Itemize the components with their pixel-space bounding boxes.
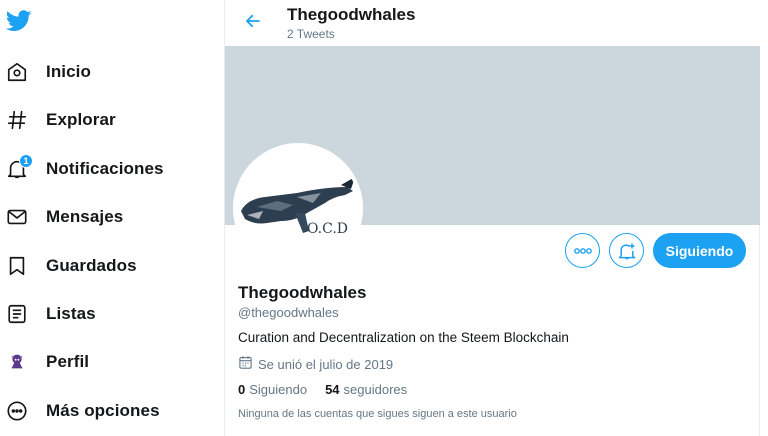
avatar-logo-text: O.C.D xyxy=(307,221,348,237)
twitter-logo-icon[interactable] xyxy=(5,10,32,32)
sidebar-item-label: Perfil xyxy=(46,352,90,371)
follow-stats: 0 Siguiendo 54 seguidores xyxy=(238,382,407,397)
sidebar-item-label: Listas xyxy=(46,304,96,323)
notify-bell-button[interactable] xyxy=(609,233,644,268)
list-icon xyxy=(4,301,30,327)
bookmark-icon xyxy=(4,253,30,279)
sidebar-item-label: Más opciones xyxy=(46,401,160,420)
sidebar-item-label: Mensajes xyxy=(46,207,124,226)
joined-date-text: Se unió el julio de 2019 xyxy=(258,356,394,372)
sidebar-item-label: Guardados xyxy=(46,256,137,275)
profile-column: Thegoodwhales 2 Tweets O.C.D Siguiendo T… xyxy=(224,0,760,436)
joined-date: Se unió el julio de 2019 xyxy=(238,355,393,373)
sidebar-item-listas[interactable]: Listas xyxy=(4,294,96,334)
sidebar-item-inicio[interactable]: Inicio xyxy=(4,52,91,92)
sidebar-item-perfil[interactable]: Perfil xyxy=(4,342,89,382)
following-stat[interactable]: 0 Siguiendo xyxy=(238,382,307,397)
sidebar-item-label: Inicio xyxy=(46,62,91,81)
notification-badge: 1 xyxy=(19,154,33,168)
sidebar-item-notificaciones[interactable]: 1 Notificaciones xyxy=(4,149,164,189)
sidebar-item-mensajes[interactable]: Mensajes xyxy=(4,197,123,237)
back-arrow-icon[interactable] xyxy=(241,9,265,33)
profile-name: Thegoodwhales xyxy=(238,283,367,302)
sidebar-item-mas-opciones[interactable]: Más opciones xyxy=(4,391,160,431)
followed-by-note: Ninguna de las cuentas que sigues siguen… xyxy=(238,408,517,420)
followers-stat[interactable]: 54 seguidores xyxy=(325,382,407,397)
sidebar-nav: Inicio Explorar 1 Notificaciones Mensaje… xyxy=(0,0,224,436)
following-label: Siguiendo xyxy=(249,382,308,397)
ellipsis-icon xyxy=(573,247,592,254)
following-count: 0 xyxy=(238,382,246,397)
profile-avatar[interactable]: O.C.D xyxy=(233,143,363,273)
tweet-count: 2 Tweets xyxy=(287,27,335,41)
sidebar-item-label: Explorar xyxy=(46,110,116,129)
followers-count: 54 xyxy=(325,382,340,397)
profile-header-bar: Thegoodwhales 2 Tweets xyxy=(225,0,760,46)
calendar-icon xyxy=(238,355,253,373)
more-options-button[interactable] xyxy=(565,233,600,268)
sidebar-item-label: Notificaciones xyxy=(46,159,164,178)
profile-handle: @thegoodwhales xyxy=(238,305,339,320)
hashtag-icon xyxy=(4,107,30,133)
mail-icon xyxy=(4,204,30,230)
bell-plus-icon xyxy=(618,243,635,259)
sidebar-item-explorar[interactable]: Explorar xyxy=(4,100,116,140)
page-title: Thegoodwhales xyxy=(287,5,416,24)
home-icon xyxy=(4,59,30,85)
profile-avatar-icon xyxy=(4,349,30,375)
followers-label: seguidores xyxy=(343,382,408,397)
profile-bio: Curation and Decentralization on the Ste… xyxy=(238,330,569,345)
sidebar-item-guardados[interactable]: Guardados xyxy=(4,246,137,286)
following-button[interactable]: Siguiendo xyxy=(653,233,746,268)
more-icon xyxy=(4,398,30,424)
bell-icon: 1 xyxy=(4,154,33,182)
